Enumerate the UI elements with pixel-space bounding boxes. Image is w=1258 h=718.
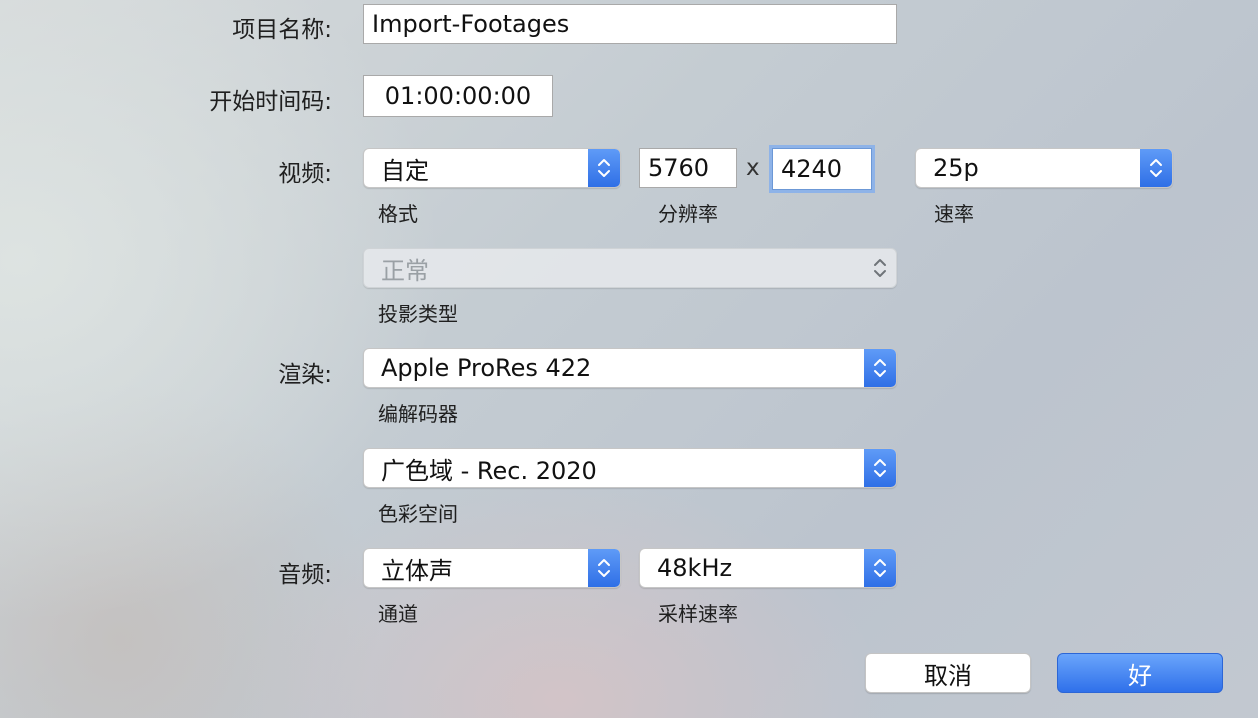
chevron-up-down-icon (864, 249, 896, 287)
resolution-times-sign: x (746, 155, 760, 181)
chevron-up-down-icon (1140, 149, 1172, 187)
resolution-height-field[interactable]: 4240 (772, 148, 872, 190)
audio-label: 音频: (278, 562, 332, 588)
video-format-caption: 格式 (378, 202, 418, 226)
projection-type-caption: 投影类型 (378, 302, 458, 326)
frame-rate-caption: 速率 (934, 202, 974, 226)
chevron-up-down-icon (588, 549, 620, 587)
video-format-popup[interactable]: 自定 (363, 148, 621, 188)
audio-channels-popup[interactable]: 立体声 (363, 548, 621, 588)
color-space-caption: 色彩空间 (378, 502, 458, 526)
start-timecode-field[interactable]: 01:00:00:00 (363, 75, 553, 117)
render-label: 渲染: (278, 362, 332, 388)
video-format-value: 自定 (381, 156, 429, 185)
chevron-up-down-icon (864, 449, 896, 487)
projection-type-value: 正常 (381, 256, 429, 285)
project-name-label: 项目名称: (232, 17, 332, 43)
color-space-popup[interactable]: 广色域 - Rec. 2020 (363, 448, 897, 488)
sample-rate-popup[interactable]: 48kHz (639, 548, 897, 588)
resolution-caption: 分辨率 (658, 202, 718, 226)
sample-rate-value: 48kHz (657, 554, 733, 582)
projection-type-popup: 正常 (363, 248, 897, 288)
color-space-value: 广色域 - Rec. 2020 (381, 456, 597, 485)
codec-value: Apple ProRes 422 (381, 354, 592, 382)
audio-channels-caption: 通道 (378, 602, 418, 626)
video-label: 视频: (278, 161, 332, 187)
resolution-width-field[interactable]: 5760 (639, 148, 737, 188)
start-timecode-label: 开始时间码: (209, 89, 332, 115)
chevron-up-down-icon (588, 149, 620, 187)
chevron-up-down-icon (864, 349, 896, 387)
audio-channels-value: 立体声 (381, 556, 453, 585)
ok-button[interactable]: 好 (1057, 653, 1223, 693)
codec-caption: 编解码器 (378, 402, 458, 426)
frame-rate-popup[interactable]: 25p (915, 148, 1173, 188)
chevron-up-down-icon (864, 549, 896, 587)
project-name-field[interactable]: Import-Footages (363, 4, 897, 44)
codec-popup[interactable]: Apple ProRes 422 (363, 348, 897, 388)
cancel-button[interactable]: 取消 (865, 653, 1031, 693)
sample-rate-caption: 采样速率 (658, 602, 738, 626)
frame-rate-value: 25p (933, 154, 979, 182)
